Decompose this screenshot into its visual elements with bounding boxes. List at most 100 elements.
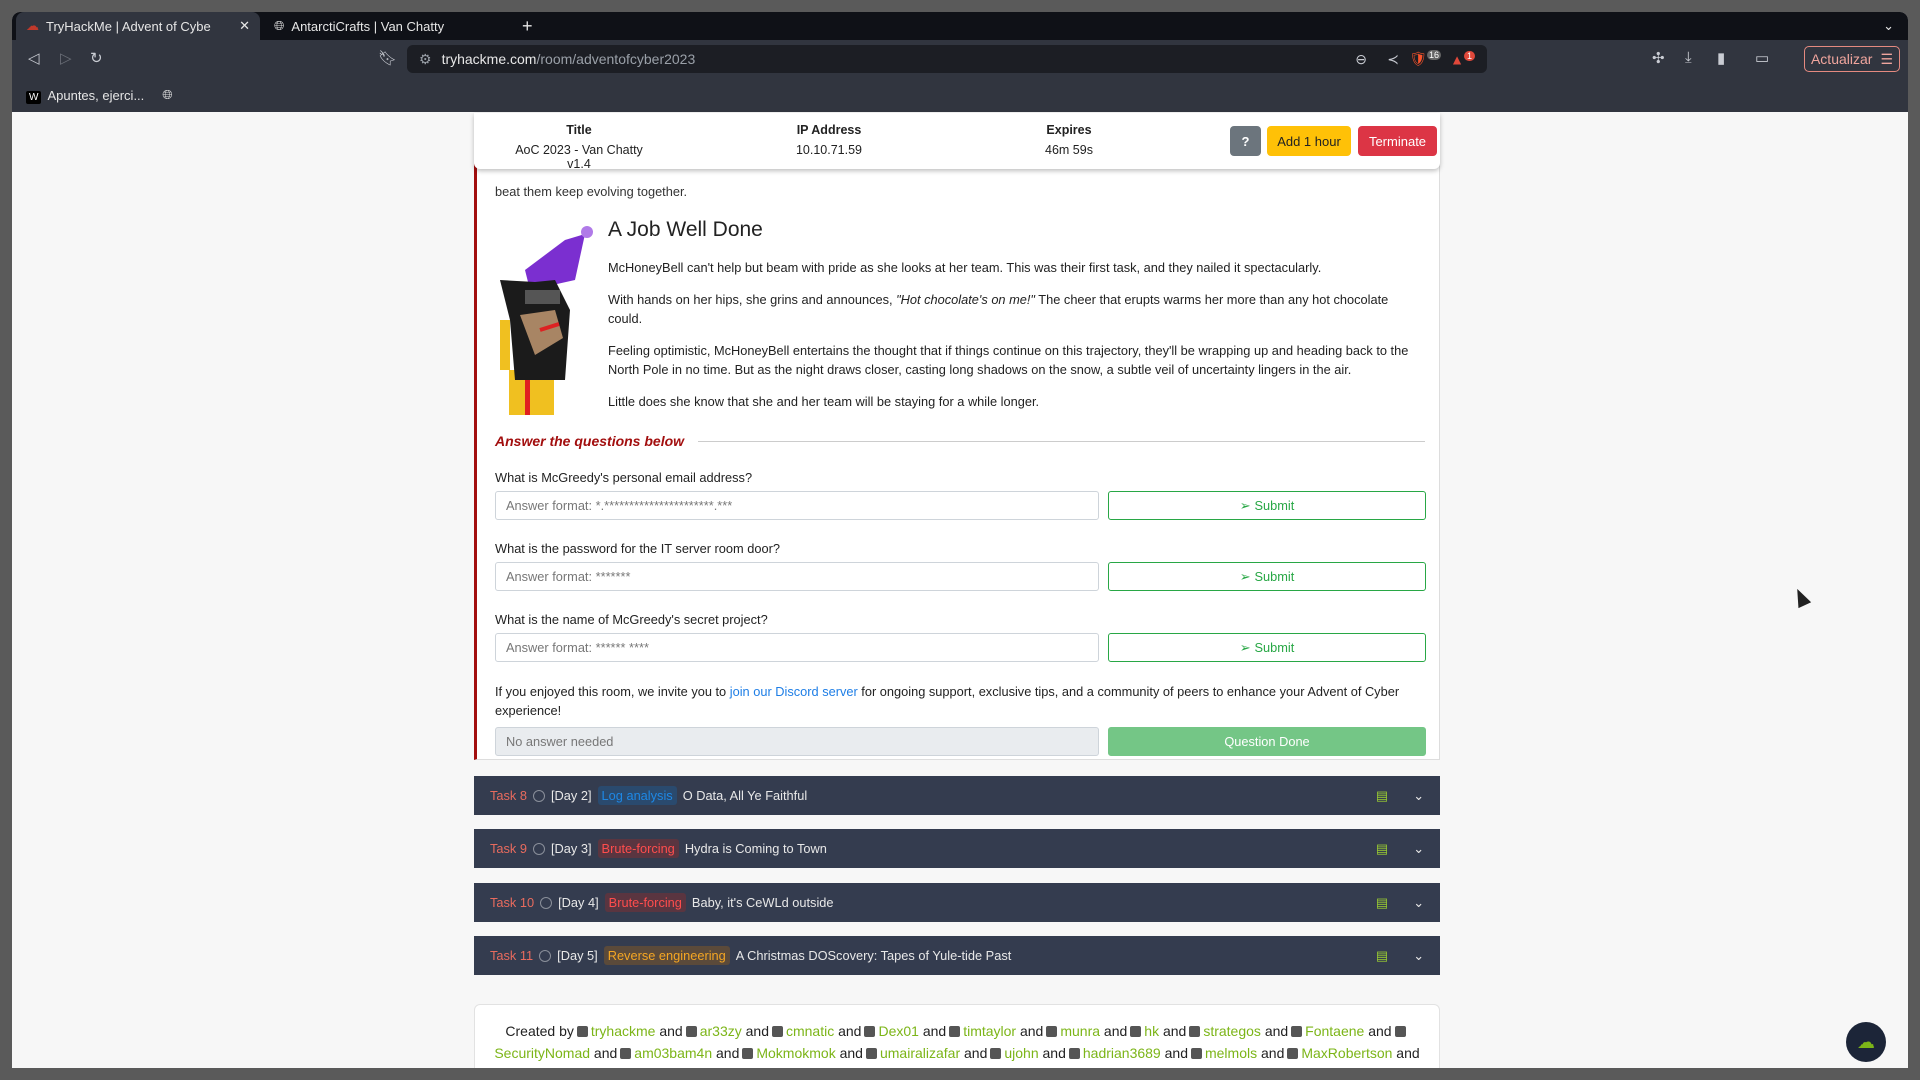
creator-link[interactable]: Dex01: [878, 1023, 918, 1039]
question-done-button[interactable]: Question Done: [1108, 727, 1426, 756]
back-icon[interactable]: ◁: [28, 49, 40, 67]
creator-link[interactable]: ujohn: [1004, 1045, 1038, 1061]
task-row[interactable]: Task 11 [Day 5] Reverse engineering A Ch…: [474, 936, 1440, 975]
help-button[interactable]: ?: [1230, 126, 1261, 156]
download-icon[interactable]: ⤓: [1685, 49, 1692, 66]
answer-input-1[interactable]: Answer format: *.**********************.…: [495, 491, 1099, 520]
reload-icon[interactable]: ↻: [90, 49, 103, 67]
and-text: and: [839, 1044, 863, 1061]
answer-input-3[interactable]: Answer format: ****** ****: [495, 633, 1099, 662]
creator-link[interactable]: cmnatic: [786, 1023, 834, 1039]
tab-list-chevron-icon[interactable]: ⌄: [1873, 12, 1904, 40]
discord-invite-text: If you enjoyed this room, we invite you …: [495, 684, 1400, 718]
and-text: and: [1042, 1044, 1066, 1061]
chat-widget-button[interactable]: ☁: [1846, 1022, 1886, 1062]
add-hour-button[interactable]: Add 1 hour: [1267, 126, 1351, 156]
chevron-down-icon[interactable]: ⌄: [1413, 788, 1424, 804]
task-row[interactable]: Task 10 [Day 4] Brute-forcing Baby, it's…: [474, 883, 1440, 922]
forward-icon[interactable]: ▷: [60, 49, 72, 67]
creator-link[interactable]: hadrian3689: [1083, 1045, 1161, 1061]
site-settings-icon[interactable]: ⚙: [419, 51, 432, 68]
mouse-cursor: [1790, 585, 1812, 609]
server-icon[interactable]: ▤: [1376, 841, 1388, 857]
task-tag: Reverse engineering: [603, 946, 730, 965]
and-text: and: [1313, 1066, 1336, 1068]
creator-link[interactable]: strategos: [1203, 1023, 1261, 1039]
bookmark-apuntes[interactable]: W Apuntes, ejerci...: [26, 88, 144, 104]
mchoneybell-illustration: [495, 220, 601, 418]
bookmarks-bar: W Apuntes, ejerci... 🌐︎: [12, 78, 1908, 112]
tab-van-chatty[interactable]: 🌐︎ AntarctiCrafts | Van Chatty: [264, 12, 504, 40]
and-text: and: [745, 1023, 769, 1039]
creator-link[interactable]: munra: [1060, 1023, 1100, 1039]
submit-button-3[interactable]: ➢ Submit: [1108, 633, 1426, 662]
zoom-out-icon[interactable]: ⊖: [1355, 51, 1367, 68]
task-row[interactable]: Task 8 [Day 2] Log analysis O Data, All …: [474, 776, 1440, 815]
task-title: O Data, All Ye Faithful: [682, 788, 808, 803]
task-title: Hydra is Coming to Town: [684, 841, 827, 856]
creator-link[interactable]: am03bam4n: [634, 1045, 712, 1061]
avatar: [1068, 1047, 1080, 1059]
task-tag: Log analysis: [597, 786, 677, 805]
sidebar-icon[interactable]: ▮: [1717, 49, 1725, 67]
menu-icon: ☰: [1880, 50, 1893, 67]
server-icon[interactable]: ▤: [1376, 895, 1388, 911]
chevron-down-icon[interactable]: ⌄: [1413, 841, 1424, 857]
creator-link[interactable]: arebel: [981, 1066, 1020, 1068]
answer-input-2[interactable]: Answer format: *******: [495, 562, 1099, 591]
avatar: [1130, 1026, 1142, 1037]
task-row[interactable]: Task 9 [Day 3] Brute-forcing Hydra is Co…: [474, 829, 1440, 868]
machine-info-card: Title AoC 2023 - Van Chatty v1.4 IP Addre…: [474, 113, 1440, 171]
submit-button-1[interactable]: ➢ Submit: [1108, 491, 1426, 520]
chevron-down-icon[interactable]: ⌄: [1413, 948, 1424, 964]
creator-link[interactable]: Mokmokmok: [756, 1045, 835, 1061]
thm-cloud-icon: ☁: [26, 18, 39, 33]
rewards-icon[interactable]: ▲ 1: [1450, 50, 1475, 67]
task-day: [Day 3]: [551, 841, 592, 856]
creator-link[interactable]: timtaylor: [963, 1023, 1016, 1039]
creator-link[interactable]: l000g1c: [1260, 1066, 1309, 1068]
task-day: [Day 4]: [558, 895, 599, 910]
share-icon[interactable]: ≺: [1387, 51, 1399, 68]
server-icon[interactable]: ▤: [1376, 788, 1388, 804]
creator-link[interactable]: hk: [1144, 1023, 1159, 1039]
creator-link[interactable]: tryhackme: [591, 1023, 656, 1039]
update-button[interactable]: Actualizar ☰: [1803, 46, 1900, 72]
task-panel: beat them keep evolving together. A Job …: [474, 160, 1440, 760]
creator-link[interactable]: melmols: [1205, 1045, 1257, 1061]
creator-link[interactable]: ar33zy: [700, 1023, 742, 1039]
close-tab-icon[interactable]: ✕: [239, 18, 250, 34]
creator-link[interactable]: Orzykf: [1175, 1066, 1215, 1068]
creator-link[interactable]: andrea526: [1064, 1066, 1131, 1068]
tab-tryhackme[interactable]: ☁ TryHackMe | Advent of Cybe ✕: [16, 12, 260, 40]
extensions-icon[interactable]: ✣: [1652, 49, 1665, 67]
task-tag: Brute-forcing: [597, 839, 679, 858]
incomplete-circle-icon: [533, 842, 545, 855]
globe-icon[interactable]: 🌐︎: [162, 87, 172, 103]
brave-shield-icon[interactable]: 🛡︎ 16: [1409, 50, 1441, 68]
chevron-down-icon[interactable]: ⌄: [1413, 895, 1424, 911]
wallet-icon[interactable]: ▭: [1755, 49, 1769, 67]
creator-link[interactable]: muhammadzaryab: [820, 1066, 936, 1068]
avatar: [949, 1026, 961, 1037]
send-icon: ➢: [1239, 639, 1251, 655]
submit-button-2[interactable]: ➢ Submit: [1108, 562, 1426, 591]
credits-prefix: Created by: [505, 1023, 574, 1039]
divider: [698, 440, 1425, 442]
creator-link[interactable]: umairalizafar: [880, 1045, 960, 1061]
new-tab-button[interactable]: +: [512, 12, 543, 40]
address-bar[interactable]: ⚙ tryhackme.com/room/adventofcyber2023 ⊖…: [407, 45, 1487, 73]
creator-link[interactable]: 1337rce: [595, 1066, 646, 1068]
discord-link[interactable]: join our Discord server: [730, 684, 858, 699]
incomplete-circle-icon: [533, 789, 545, 802]
creator-link[interactable]: MartaStrzelec: [690, 1066, 776, 1068]
task-day: [Day 5]: [557, 948, 598, 963]
tab-bar: ☁ TryHackMe | Advent of Cybe ✕ 🌐︎ Antarc…: [12, 12, 1908, 40]
server-icon[interactable]: ▤: [1376, 948, 1388, 964]
and-text: and: [964, 1044, 988, 1061]
terminate-button[interactable]: Terminate: [1358, 126, 1437, 156]
creator-link[interactable]: MaxRobertson: [1301, 1045, 1392, 1061]
creator-link[interactable]: SecurityNomad: [494, 1045, 590, 1061]
creator-link[interactable]: Fontaene: [1305, 1023, 1364, 1039]
bookmark-icon[interactable]: 🔖︎: [378, 49, 397, 67]
